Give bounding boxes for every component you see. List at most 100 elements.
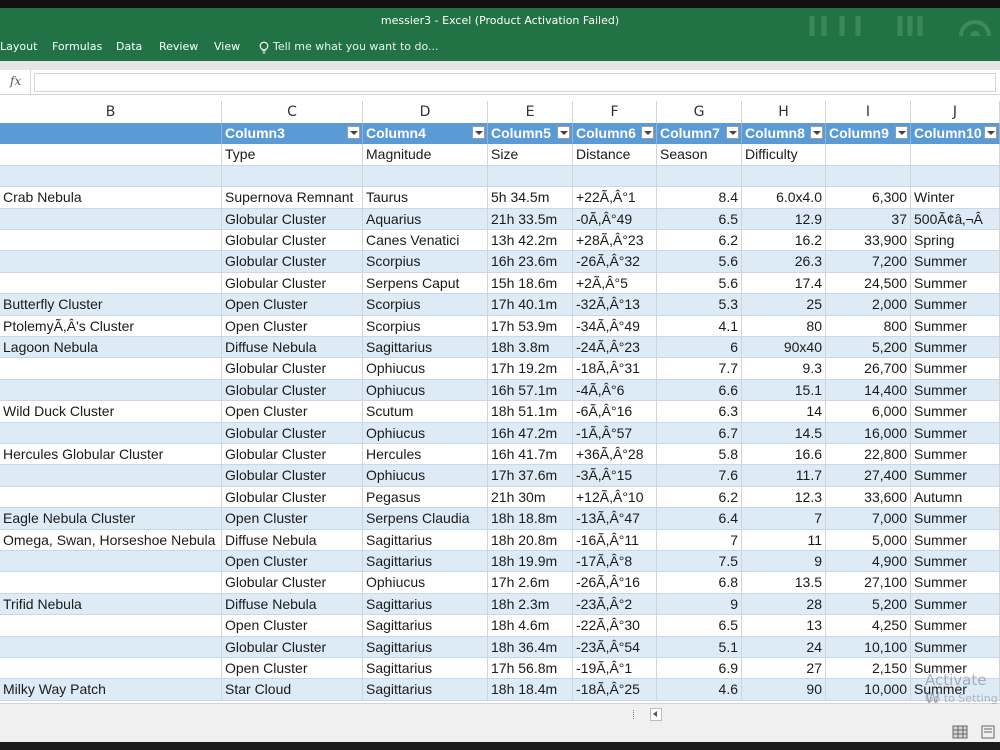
- table-cell[interactable]: 4,250: [826, 615, 911, 637]
- filter-dropdown-icon[interactable]: [726, 126, 739, 139]
- table-cell[interactable]: Type: [222, 144, 363, 166]
- table-cell[interactable]: 11: [742, 529, 826, 551]
- table-cell[interactable]: Butterfly Cluster: [0, 294, 222, 316]
- table-cell[interactable]: 6: [657, 337, 742, 359]
- table-cell[interactable]: 5,000: [826, 529, 911, 551]
- table-cell[interactable]: Summer: [911, 401, 1000, 423]
- table-cell[interactable]: 33,900: [826, 230, 911, 252]
- table-cell[interactable]: 2,150: [826, 658, 911, 680]
- table-cell[interactable]: Ophiucus: [363, 572, 488, 594]
- filter-dropdown-icon[interactable]: [984, 126, 997, 139]
- table-cell[interactable]: Taurus: [363, 187, 488, 209]
- table-cell[interactable]: -23Ã,Â°2: [573, 593, 657, 616]
- table-cell[interactable]: Globular Cluster: [222, 465, 363, 487]
- table-cell[interactable]: 18h 36.4m: [488, 636, 573, 658]
- table-cell[interactable]: Open Cluster: [222, 508, 363, 530]
- table-cell[interactable]: +28Ã,Â°23: [573, 230, 657, 252]
- table-cell[interactable]: 18h 51.1m: [488, 401, 573, 423]
- table-cell[interactable]: -6Ã,Â°16: [573, 401, 657, 423]
- table-cell[interactable]: -1Ã,Â°57: [573, 422, 657, 444]
- table-cell[interactable]: Pegasus: [363, 486, 488, 509]
- table-cell[interactable]: 8.4: [657, 187, 742, 209]
- table-cell[interactable]: 27: [742, 658, 826, 680]
- table-cell[interactable]: +2Ã,Â°5: [573, 272, 657, 295]
- table-cell[interactable]: Spring: [911, 230, 1000, 252]
- table-cell[interactable]: Milky Way Patch: [0, 679, 222, 701]
- table-cell[interactable]: 13h 42.2m: [488, 230, 573, 252]
- table-cell[interactable]: 5.3: [657, 294, 742, 316]
- table-cell[interactable]: 15.1: [742, 379, 826, 402]
- table-cell[interactable]: Ophiucus: [363, 358, 488, 380]
- table-cell[interactable]: 800: [826, 315, 911, 337]
- tab-page-layout[interactable]: Layout: [0, 40, 37, 53]
- table-cell[interactable]: -23Ã,Â°54: [573, 636, 657, 658]
- table-cell[interactable]: 7: [657, 529, 742, 551]
- table-cell[interactable]: Ophiucus: [363, 379, 488, 402]
- table-cell[interactable]: 16h 47.2m: [488, 422, 573, 444]
- table-cell[interactable]: 90: [742, 679, 826, 701]
- table-cell[interactable]: -13Ã,Â°47: [573, 508, 657, 530]
- table-cell[interactable]: Summer: [911, 379, 1000, 402]
- scrollbar-splitter[interactable]: [633, 710, 638, 719]
- table-cell[interactable]: -22Ã,Â°30: [573, 615, 657, 637]
- table-cell[interactable]: Summer: [911, 636, 1000, 658]
- table-cell[interactable]: 9: [742, 551, 826, 573]
- table-cell[interactable]: [363, 165, 488, 188]
- table-cell[interactable]: [0, 230, 222, 252]
- table-cell[interactable]: -24Ã,Â°23: [573, 337, 657, 359]
- table-cell[interactable]: [742, 165, 826, 188]
- table-cell[interactable]: 17h 56.8m: [488, 658, 573, 680]
- table-cell[interactable]: Scorpius: [363, 294, 488, 316]
- table-cell[interactable]: [0, 379, 222, 402]
- filter-dropdown-icon[interactable]: [557, 126, 570, 139]
- table-cell[interactable]: -3Ã,Â°15: [573, 465, 657, 487]
- table-cell[interactable]: 5h 34.5m: [488, 187, 573, 209]
- table-cell[interactable]: Globular Cluster: [222, 272, 363, 295]
- table-cell[interactable]: 33,600: [826, 486, 911, 509]
- table-cell[interactable]: 18h 3.8m: [488, 337, 573, 359]
- table-cell[interactable]: Omega, Swan, Horseshoe Nebula: [0, 529, 222, 551]
- table-cell[interactable]: 16h 23.6m: [488, 251, 573, 273]
- table-cell[interactable]: [0, 572, 222, 594]
- table-cell[interactable]: Open Cluster: [222, 294, 363, 316]
- table-cell[interactable]: Globular Cluster: [222, 208, 363, 230]
- table-cell[interactable]: 7,000: [826, 508, 911, 530]
- table-cell[interactable]: Open Cluster: [222, 551, 363, 573]
- table-cell[interactable]: -18Ã,Â°25: [573, 679, 657, 701]
- table-cell[interactable]: -17Ã,Â°8: [573, 551, 657, 573]
- table-cell[interactable]: 7,200: [826, 251, 911, 273]
- table-cell[interactable]: Sagittarius: [363, 636, 488, 658]
- table-cell[interactable]: 6.2: [657, 486, 742, 509]
- table-cell[interactable]: 17h 19.2m: [488, 358, 573, 380]
- table-cell[interactable]: 7: [742, 508, 826, 530]
- table-cell[interactable]: Summer: [911, 508, 1000, 530]
- filter-dropdown-icon[interactable]: [641, 126, 654, 139]
- header-cell[interactable]: Column8: [742, 123, 826, 145]
- table-cell[interactable]: -26Ã,Â°32: [573, 251, 657, 273]
- table-cell[interactable]: Globular Cluster: [222, 422, 363, 444]
- table-cell[interactable]: [0, 465, 222, 487]
- table-cell[interactable]: 6,300: [826, 187, 911, 209]
- table-cell[interactable]: Summer: [911, 551, 1000, 573]
- table-cell[interactable]: 12.9: [742, 208, 826, 230]
- table-cell[interactable]: 18h 18.4m: [488, 679, 573, 701]
- table-cell[interactable]: 13.5: [742, 572, 826, 594]
- header-cell[interactable]: Column7: [657, 123, 742, 145]
- table-cell[interactable]: Globular Cluster: [222, 358, 363, 380]
- table-cell[interactable]: 4.1: [657, 315, 742, 337]
- table-cell[interactable]: Sagittarius: [363, 551, 488, 573]
- table-cell[interactable]: 18h 2.3m: [488, 593, 573, 616]
- table-cell[interactable]: 4.6: [657, 679, 742, 701]
- table-cell[interactable]: -32Ã,Â°13: [573, 294, 657, 316]
- table-cell[interactable]: 5.1: [657, 636, 742, 658]
- table-cell[interactable]: [0, 358, 222, 380]
- table-cell[interactable]: 18h 19.9m: [488, 551, 573, 573]
- table-cell[interactable]: Diffuse Nebula: [222, 529, 363, 551]
- table-cell[interactable]: 28: [742, 593, 826, 616]
- page-layout-view-icon[interactable]: [980, 725, 996, 739]
- table-cell[interactable]: Lagoon Nebula: [0, 337, 222, 359]
- header-cell[interactable]: [0, 123, 222, 145]
- table-cell[interactable]: Supernova Remnant: [222, 187, 363, 209]
- table-cell[interactable]: [0, 144, 222, 166]
- column-header-c[interactable]: C: [222, 101, 363, 123]
